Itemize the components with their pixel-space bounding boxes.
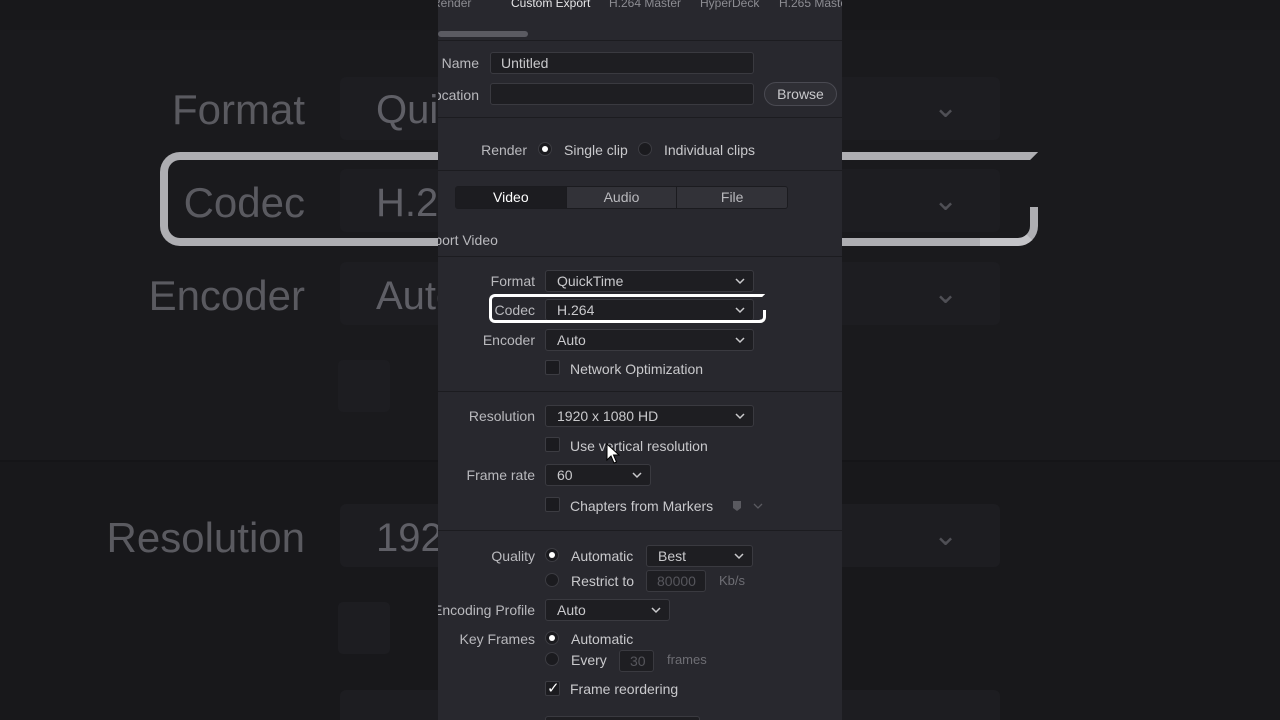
bg-resolution-label: Resolution — [106, 514, 305, 561]
key-frames-automatic-radio[interactable] — [545, 631, 559, 645]
encoding-profile-select[interactable]: Auto — [545, 599, 670, 621]
preset-hyperdeck[interactable]: HyperDeck — [700, 0, 759, 10]
encoder-select[interactable]: Auto — [545, 329, 754, 351]
quality-automatic-radio[interactable] — [545, 548, 559, 562]
key-frames-every-radio[interactable] — [545, 652, 559, 666]
name-label: Name — [441, 55, 479, 71]
tab-video[interactable]: Video — [456, 187, 567, 208]
frame-rate-select[interactable]: 60 — [545, 464, 651, 486]
divider — [438, 391, 842, 392]
preset-bar: Render Custom Export H.264 Master HyperD… — [438, 0, 842, 16]
resolution-label: Resolution — [468, 408, 535, 424]
settings-tabs: Video Audio File — [455, 186, 788, 209]
format-label: Format — [490, 273, 535, 289]
divider — [438, 117, 842, 118]
bg-codec-highlight-end — [980, 207, 1038, 246]
codec-highlight-box — [489, 294, 765, 323]
preset-custom-export[interactable]: Custom Export — [511, 0, 590, 10]
frame-reordering-checkbox[interactable] — [545, 679, 560, 697]
preset-h265-master[interactable]: H.265 Master — [779, 0, 842, 10]
divider — [438, 40, 842, 41]
cut-off-select[interactable] — [545, 716, 700, 720]
quality-automatic-label: Automatic — [571, 548, 634, 564]
network-optimization-label: Network Optimization — [570, 361, 704, 377]
preset-scrollbar[interactable] — [438, 31, 528, 37]
quality-label: Quality — [491, 548, 535, 564]
divider — [438, 256, 842, 257]
chevron-down-icon — [735, 337, 745, 344]
render-label: Render — [481, 142, 527, 158]
vertical-resolution-checkbox[interactable] — [545, 437, 560, 452]
vertical-resolution-label: Use vertical resolution — [570, 438, 708, 454]
key-frames-every-label: Every — [571, 652, 607, 668]
render-single-clip-label: Single clip — [564, 142, 628, 158]
browse-button[interactable]: Browse — [764, 82, 837, 106]
chevron-down-icon — [632, 472, 642, 479]
frame-reordering-label: Frame reordering — [570, 681, 679, 697]
bg-format-label: Format — [171, 86, 305, 133]
format-select[interactable]: QuickTime — [545, 270, 754, 292]
preset-render[interactable]: Render — [438, 0, 471, 10]
chevron-down-icon — [651, 607, 661, 614]
quality-value: Best — [658, 548, 687, 564]
bg-chevron-down-icon: ⌄ — [933, 91, 959, 124]
export-video-heading[interactable]: Export Video — [438, 232, 498, 248]
bg-encoder-label: Encoder — [148, 272, 305, 319]
divider — [438, 170, 842, 171]
frame-rate-value: 60 — [557, 467, 573, 483]
divider — [438, 530, 842, 531]
quality-restrict-radio[interactable] — [545, 573, 559, 587]
codec-highlight-end — [748, 310, 766, 323]
encoding-profile-label: Encoding Profile — [438, 602, 535, 618]
location-input[interactable] — [490, 83, 754, 105]
network-optimization-checkbox[interactable] — [545, 360, 560, 375]
tab-audio[interactable]: Audio — [566, 187, 678, 208]
preset-h264-master[interactable]: H.264 Master — [609, 0, 681, 10]
chapters-checkbox[interactable] — [545, 497, 560, 512]
render-single-clip-radio[interactable] — [538, 142, 552, 156]
frame-rate-label: Frame rate — [466, 467, 535, 483]
bitrate-input[interactable]: 80000 — [646, 570, 706, 592]
format-value: QuickTime — [557, 273, 624, 289]
bg-checkbox — [338, 360, 390, 412]
location-label: Location — [438, 87, 479, 103]
encoder-label: Encoder — [482, 332, 535, 348]
chevron-down-icon[interactable] — [753, 501, 763, 511]
resolution-select[interactable]: 1920 x 1080 HD — [545, 405, 754, 427]
bg-checkbox — [338, 602, 390, 654]
tab-file[interactable]: File — [677, 187, 787, 208]
marker-icon — [733, 501, 741, 511]
bg-chevron-down-icon: ⌄ — [933, 277, 959, 310]
chevron-down-icon — [735, 278, 745, 285]
mouse-cursor-icon — [606, 443, 620, 464]
chevron-down-icon — [735, 413, 745, 420]
bitrate-unit: Kb/s — [719, 573, 746, 588]
quality-restrict-label: Restrict to — [571, 573, 635, 589]
name-input[interactable]: Untitled — [490, 52, 754, 74]
key-frames-input[interactable]: 30 — [619, 650, 654, 672]
encoding-profile-value: Auto — [557, 602, 586, 618]
render-settings-panel: Render Custom Export H.264 Master HyperD… — [438, 0, 842, 720]
key-frames-unit: frames — [667, 652, 707, 667]
chapters-label: Chapters from Markers — [570, 498, 714, 514]
render-individual-clips-label: Individual clips — [664, 142, 756, 158]
quality-select[interactable]: Best — [646, 545, 753, 567]
encoder-value: Auto — [557, 332, 586, 348]
resolution-value: 1920 x 1080 HD — [557, 408, 659, 424]
key-frames-automatic-label: Automatic — [571, 631, 634, 647]
chevron-down-icon — [734, 553, 744, 560]
bg-chevron-down-icon: ⌄ — [933, 519, 959, 552]
key-frames-label: Key Frames — [459, 631, 535, 647]
render-individual-clips-radio[interactable] — [638, 142, 652, 156]
